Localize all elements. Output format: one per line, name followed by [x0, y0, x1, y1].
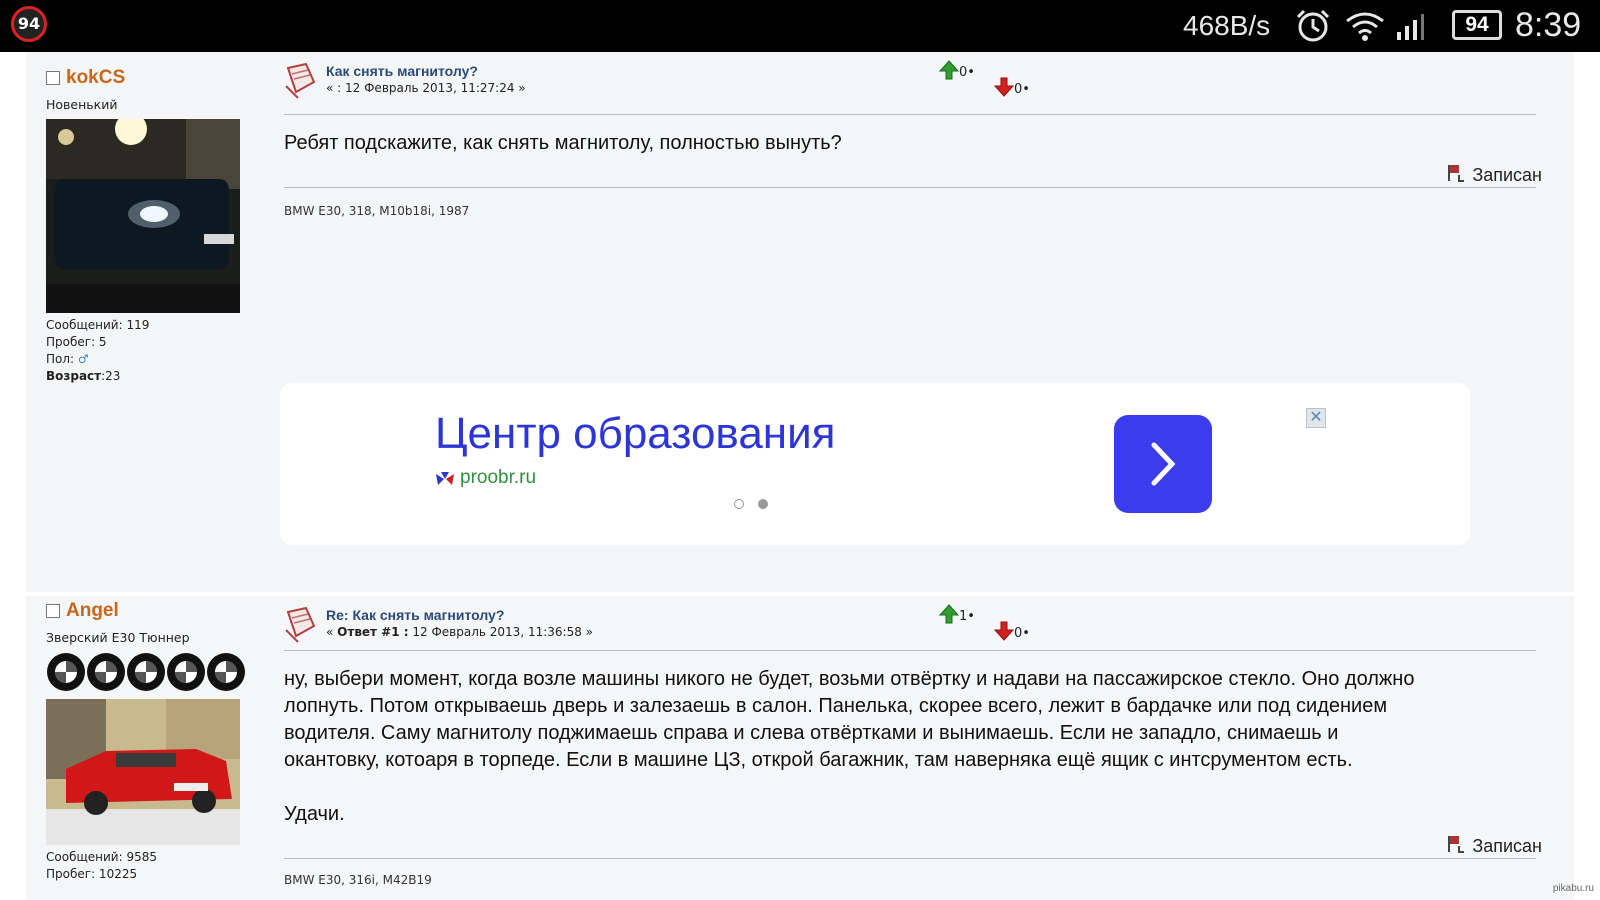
poster-info: kokCS Новенький Сообщений: 119 Пробег: 5… — [46, 52, 266, 385]
post-text-closing: Удачи. — [284, 803, 345, 825]
bmw-logo-icon — [127, 653, 165, 691]
vote-up-count: 0 — [959, 65, 968, 80]
vote-down-icon[interactable] — [993, 77, 1015, 97]
post-count: Сообщений: 119 — [46, 318, 150, 332]
vote-down: 0• — [993, 621, 1030, 641]
age: Возраст:23 — [46, 368, 266, 385]
watermark: pikabu.ru — [1552, 883, 1594, 894]
select-post-checkbox[interactable] — [46, 604, 60, 618]
bmw-logo-icon — [47, 653, 85, 691]
age-label: Возраст — [46, 369, 102, 383]
recorded-icon — [1448, 165, 1465, 182]
ad-banner[interactable]: Центр образования proobr.ru ✕ — [280, 383, 1470, 545]
ad-title[interactable]: Центр образования — [435, 409, 836, 459]
signature: BMW E30, 318, M10b18i, 1987 — [284, 204, 470, 218]
recorded-status: Записан — [1447, 834, 1542, 857]
bmw-logo-icon — [207, 653, 245, 691]
carousel-dot[interactable] — [734, 499, 744, 509]
reply-label: Ответ #1 : — [337, 625, 409, 639]
post-text-line: ну, выбери момент, когда возле машины ни… — [284, 668, 1415, 690]
age-value: :23 — [101, 369, 121, 383]
bmw-logo-icon — [167, 653, 205, 691]
ad-domain[interactable]: proobr.ru — [460, 467, 536, 489]
date-prefix: « : — [326, 81, 346, 95]
divider — [284, 650, 1536, 651]
vote-down-count: 0 — [1014, 626, 1023, 641]
ad-close-button[interactable]: ✕ — [1306, 408, 1326, 428]
topic-icon — [284, 606, 316, 648]
battery-indicator: 94 — [1452, 10, 1502, 40]
post-text-line: водителя. Саму магнитолу поджимаешь спра… — [284, 722, 1339, 744]
date-prefix: « — [326, 625, 338, 639]
ad-logo-icon — [435, 471, 455, 491]
username-link[interactable]: Angel — [66, 600, 119, 621]
status-bar: 94 468B/s 94 8:39 — [0, 0, 1600, 52]
user-rank: Зверский Е30 Тюннер — [46, 630, 190, 645]
username-link[interactable]: kokCS — [66, 67, 125, 88]
recorded-label: Записан — [1472, 836, 1542, 856]
date-text: 12 Февраль 2013, 11:36:58 » — [408, 625, 593, 639]
post-title-link[interactable]: Как снять магнитолу? — [326, 63, 478, 79]
forum-post: Angel Зверский Е30 Тюннер Сообщений: 958… — [26, 596, 1574, 900]
avatar[interactable] — [46, 699, 240, 845]
vote-up-icon[interactable] — [938, 604, 960, 624]
vote-down: 0• — [993, 77, 1030, 97]
vote-up-icon[interactable] — [938, 60, 960, 80]
recorded-label: Записан — [1472, 165, 1542, 185]
user-rank: Новенький — [46, 97, 118, 112]
carousel-dot[interactable] — [758, 499, 768, 509]
divider — [284, 858, 1536, 859]
rank-stars — [47, 653, 245, 691]
post-date: « Ответ #1 : 12 Февраль 2013, 11:36:58 » — [326, 625, 593, 639]
vote-up-count: 1 — [959, 609, 968, 624]
ad-open-button[interactable] — [1114, 415, 1212, 513]
date-text: 12 Февраль 2013, 11:27:24 » — [345, 81, 526, 95]
browser-page: kokCS Новенький Сообщений: 119 Пробег: 5… — [0, 52, 1600, 900]
mileage: Пробег: 5 — [46, 335, 107, 349]
topic-icon — [284, 62, 316, 104]
mileage: Пробег: 10225 — [46, 867, 138, 881]
signature: BMW E30, 316i, M42B19 — [284, 873, 432, 887]
post-count: Сообщений: 9585 — [46, 850, 157, 864]
notification-badge[interactable]: 94 — [11, 6, 47, 42]
poster-info: Angel Зверский Е30 Тюннер Сообщений: 958… — [46, 596, 266, 883]
network-speed: 468B/s — [1183, 10, 1271, 41]
vote-up: 1• — [938, 604, 975, 624]
post-date: « : 12 Февраль 2013, 11:27:24 » — [326, 81, 526, 95]
post-text: Ребят подскажите, как снять магнитолу, п… — [284, 132, 842, 154]
post-text: ну, выбери момент, когда возле машины ни… — [284, 666, 1534, 828]
recorded-icon — [1448, 836, 1465, 853]
gender: Пол: ♂ — [46, 351, 266, 368]
signal-icon — [1395, 12, 1425, 46]
close-icon: ✕ — [1309, 407, 1323, 426]
bmw-logo-icon — [87, 653, 125, 691]
gender-label: Пол: — [46, 352, 75, 366]
recorded-status: Записан — [1447, 163, 1542, 186]
forum-thread: kokCS Новенький Сообщений: 119 Пробег: 5… — [26, 52, 1574, 900]
post-title-link[interactable]: Re: Как снять магнитолу? — [326, 607, 504, 623]
post-text-line: окантовку, котоаря в торпеде. Если в маш… — [284, 749, 1353, 771]
select-post-checkbox[interactable] — [46, 71, 60, 85]
divider — [284, 187, 1536, 188]
avatar[interactable] — [46, 119, 240, 313]
alarm-icon — [1295, 9, 1331, 47]
forum-post: kokCS Новенький Сообщений: 119 Пробег: 5… — [26, 52, 1574, 592]
vote-up: 0• — [938, 60, 975, 80]
clock: 8:39 — [1515, 6, 1582, 44]
vote-down-count: 0 — [1014, 82, 1023, 97]
chevron-right-icon — [1151, 442, 1176, 486]
vote-down-icon[interactable] — [993, 621, 1015, 641]
divider — [284, 114, 1536, 115]
wifi-icon — [1345, 11, 1385, 45]
post-text-line: лопнуть. Потом открываешь дверь и залеза… — [284, 695, 1388, 717]
male-icon: ♂ — [77, 352, 89, 366]
